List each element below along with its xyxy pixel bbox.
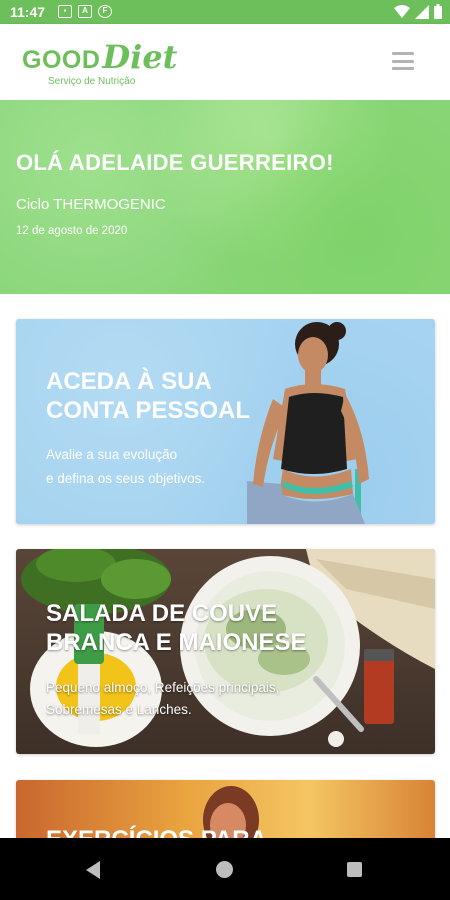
woman-measuring-waist-image [247,322,369,524]
home-icon[interactable] [216,861,233,878]
signal-icon [415,4,429,19]
battery-icon [434,4,442,19]
personal-account-card[interactable]: ACEDA À SUA CONTA PESSOAL Avalie a sua e… [16,319,435,524]
recents-icon[interactable] [347,862,362,877]
recipe-card[interactable]: SALADA DE COUVE BRANCA E MAIONESE Pequen… [16,549,435,754]
sim-icon: ▪ [58,5,72,18]
navigation-bar [0,838,450,900]
card-title: ACEDA À SUA CONTA PESSOAL [46,368,251,424]
good-diet-logo[interactable]: GOODDiet Serviço de Nutrição [22,38,178,87]
date-label: 12 de agosto de 2020 [16,225,128,237]
card-title: SALADA DE COUVE BRANCA E MAIONESE [46,600,307,656]
hamburger-menu-icon[interactable] [392,52,414,70]
cycle-label: Ciclo THERMOGENIC [16,196,166,213]
greeting-title: OLÁ ADELAIDE GUERREIRO! [16,150,334,175]
status-bar: 11:47 ▪ A F [0,0,450,24]
wifi-icon [394,4,410,18]
app-notification-icon: A [78,5,92,18]
system-icons [394,4,442,19]
logo-subtitle: Serviço de Nutrição [48,76,136,87]
app-bar: GOODDiet Serviço de Nutrição [0,24,450,100]
card-description: Pequeno almoço, Refeições principais, So… [46,680,280,717]
greeting-banner: OLÁ ADELAIDE GUERREIRO! Ciclo THERMOGENI… [0,100,450,294]
status-time: 11:47 [10,4,46,20]
card-description: Avalie a sua evolução e defina os seus o… [46,447,206,486]
back-icon[interactable] [86,861,100,879]
logo-diet: Diet [102,38,178,76]
notification-icons: ▪ A F [58,5,112,18]
logo-good: GOOD [22,46,101,74]
flipboard-icon: F [98,5,112,18]
